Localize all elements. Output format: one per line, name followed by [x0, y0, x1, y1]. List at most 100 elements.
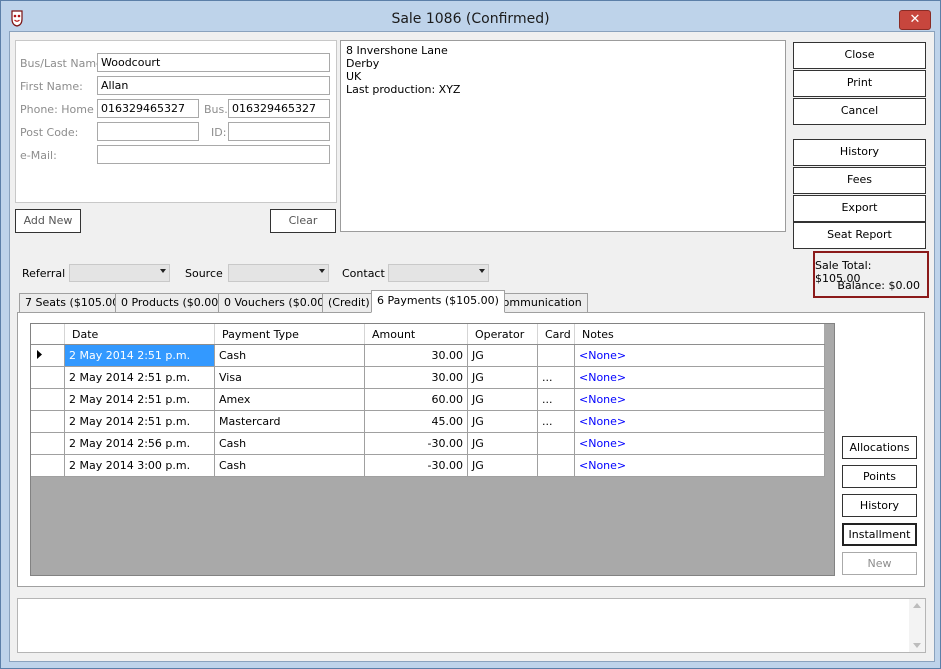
scroll-down-icon[interactable] — [913, 643, 921, 648]
table-row[interactable]: 2 May 2014 2:51 p.m. Visa 30.00 JG ... <… — [31, 366, 825, 389]
table-header-row: Date Payment Type Amount Operator Card N… — [31, 324, 824, 345]
new-payment-button[interactable]: New — [842, 552, 917, 575]
phone-home-field[interactable]: 016329465327 — [97, 99, 199, 118]
table-row[interactable]: 2 May 2014 2:51 p.m. Cash 30.00 JG <None… — [31, 344, 825, 367]
bus-phone-field[interactable]: 016329465327 — [228, 99, 330, 118]
cell-amount[interactable]: -30.00 — [364, 432, 468, 455]
cell-amount[interactable]: 30.00 — [364, 344, 468, 367]
address-line: Last production: XYZ — [346, 83, 461, 96]
cell-date[interactable]: 2 May 2014 2:51 p.m. — [64, 366, 215, 389]
cell-notes[interactable]: <None> — [574, 366, 825, 389]
cell-amount[interactable]: 45.00 — [364, 410, 468, 433]
cell-card[interactable]: ... — [537, 410, 575, 433]
table-row[interactable]: 2 May 2014 2:51 p.m. Mastercard 45.00 JG… — [31, 410, 825, 433]
table-row[interactable]: 2 May 2014 2:56 p.m. Cash -30.00 JG <Non… — [31, 432, 825, 455]
cell-operator[interactable]: JG — [467, 344, 538, 367]
column-header-operator[interactable]: Operator — [467, 324, 538, 345]
payments-tab-pane: Date Payment Type Amount Operator Card N… — [17, 312, 925, 587]
column-header-notes[interactable]: Notes — [574, 324, 824, 345]
bus-last-name-field[interactable]: Woodcourt — [97, 53, 330, 72]
tab-products[interactable]: 0 Products ($0.00) — [115, 293, 229, 312]
cell-amount[interactable]: -30.00 — [364, 454, 468, 477]
cell-operator[interactable]: JG — [467, 454, 538, 477]
cell-notes[interactable]: <None> — [574, 388, 825, 411]
tab-credit[interactable]: (Credit) — [322, 293, 376, 312]
cell-payment-type[interactable]: Cash — [214, 432, 365, 455]
cell-operator[interactable]: JG — [467, 410, 538, 433]
clear-button[interactable]: Clear — [270, 209, 336, 233]
cell-amount[interactable]: 30.00 — [364, 366, 468, 389]
column-header-payment-type[interactable]: Payment Type — [214, 324, 365, 345]
table-row[interactable]: 2 May 2014 3:00 p.m. Cash -30.00 JG <Non… — [31, 454, 825, 477]
sale-summary: Sale Total: $105.00 Balance: $0.00 — [813, 251, 929, 298]
source-select[interactable] — [228, 264, 329, 282]
cell-amount[interactable]: 60.00 — [364, 388, 468, 411]
first-name-field[interactable]: Allan — [97, 76, 330, 95]
current-row-indicator — [31, 344, 65, 367]
sale-window: Sale 1086 (Confirmed) ✕ Bus/Last Name: W… — [0, 0, 941, 669]
cell-notes[interactable]: <None> — [574, 432, 825, 455]
cell-date[interactable]: 2 May 2014 2:51 p.m. — [64, 410, 215, 433]
add-new-button[interactable]: Add New — [15, 209, 81, 233]
cell-date[interactable]: 2 May 2014 2:56 p.m. — [64, 432, 215, 455]
payment-history-button[interactable]: History — [842, 494, 917, 517]
window-close-button[interactable]: ✕ — [899, 10, 931, 30]
cancel-button[interactable]: Cancel — [793, 98, 926, 125]
first-name-label: First Name: — [20, 80, 83, 93]
points-button[interactable]: Points — [842, 465, 917, 488]
row-header-column — [31, 324, 65, 345]
cell-card[interactable] — [537, 432, 575, 455]
row-header-cell — [31, 410, 65, 433]
row-header-cell — [31, 366, 65, 389]
cell-card[interactable]: ... — [537, 366, 575, 389]
cell-payment-type[interactable]: Mastercard — [214, 410, 365, 433]
cell-notes[interactable]: <None> — [574, 410, 825, 433]
id-field[interactable] — [228, 122, 330, 141]
contact-select[interactable] — [388, 264, 489, 282]
referral-select[interactable] — [69, 264, 170, 282]
history-button[interactable]: History — [793, 139, 926, 166]
cell-operator[interactable]: JG — [467, 432, 538, 455]
chevron-down-icon — [319, 269, 325, 273]
address-line: Derby — [346, 57, 380, 70]
cell-date[interactable]: 2 May 2014 2:51 p.m. — [64, 344, 215, 367]
cell-date[interactable]: 2 May 2014 3:00 p.m. — [64, 454, 215, 477]
cell-operator[interactable]: JG — [467, 388, 538, 411]
cell-card[interactable]: ... — [537, 388, 575, 411]
cell-payment-type[interactable]: Visa — [214, 366, 365, 389]
tab-vouchers[interactable]: 0 Vouchers ($0.00) — [218, 293, 335, 312]
column-header-date[interactable]: Date — [64, 324, 215, 345]
seat-report-button[interactable]: Seat Report — [793, 222, 926, 249]
balance: Balance: $0.00 — [837, 279, 920, 292]
column-header-card[interactable]: Card — [537, 324, 575, 345]
scroll-up-icon[interactable] — [913, 603, 921, 608]
cell-date[interactable]: 2 May 2014 2:51 p.m. — [64, 388, 215, 411]
fees-button[interactable]: Fees — [793, 167, 926, 194]
row-header-cell — [31, 388, 65, 411]
table-row[interactable]: 2 May 2014 2:51 p.m. Amex 60.00 JG ... <… — [31, 388, 825, 411]
column-header-amount[interactable]: Amount — [364, 324, 468, 345]
cell-operator[interactable]: JG — [467, 366, 538, 389]
row-pointer-icon — [37, 350, 42, 359]
allocations-button[interactable]: Allocations — [842, 436, 917, 459]
cell-notes[interactable]: <None> — [574, 344, 825, 367]
cell-card[interactable] — [537, 454, 575, 477]
email-field[interactable] — [97, 145, 330, 164]
tab-payments[interactable]: 6 Payments ($105.00) — [371, 290, 505, 313]
tab-seats[interactable]: 7 Seats ($105.00) — [19, 293, 130, 312]
print-button[interactable]: Print — [793, 70, 926, 97]
post-code-field[interactable] — [97, 122, 199, 141]
address-line: 8 Invershone Lane — [346, 44, 448, 57]
notes-scrollbar[interactable] — [909, 599, 925, 652]
cell-payment-type[interactable]: Amex — [214, 388, 365, 411]
export-button[interactable]: Export — [793, 195, 926, 222]
cell-payment-type[interactable]: Cash — [214, 344, 365, 367]
installment-button[interactable]: Installment — [842, 523, 917, 546]
cell-payment-type[interactable]: Cash — [214, 454, 365, 477]
close-button[interactable]: Close — [793, 42, 926, 69]
cell-notes[interactable]: <None> — [574, 454, 825, 477]
sale-notes-textarea[interactable] — [17, 598, 926, 653]
post-code-label: Post Code: — [20, 126, 79, 139]
cell-card[interactable] — [537, 344, 575, 367]
bus-phone-label: Bus. — [204, 103, 228, 116]
